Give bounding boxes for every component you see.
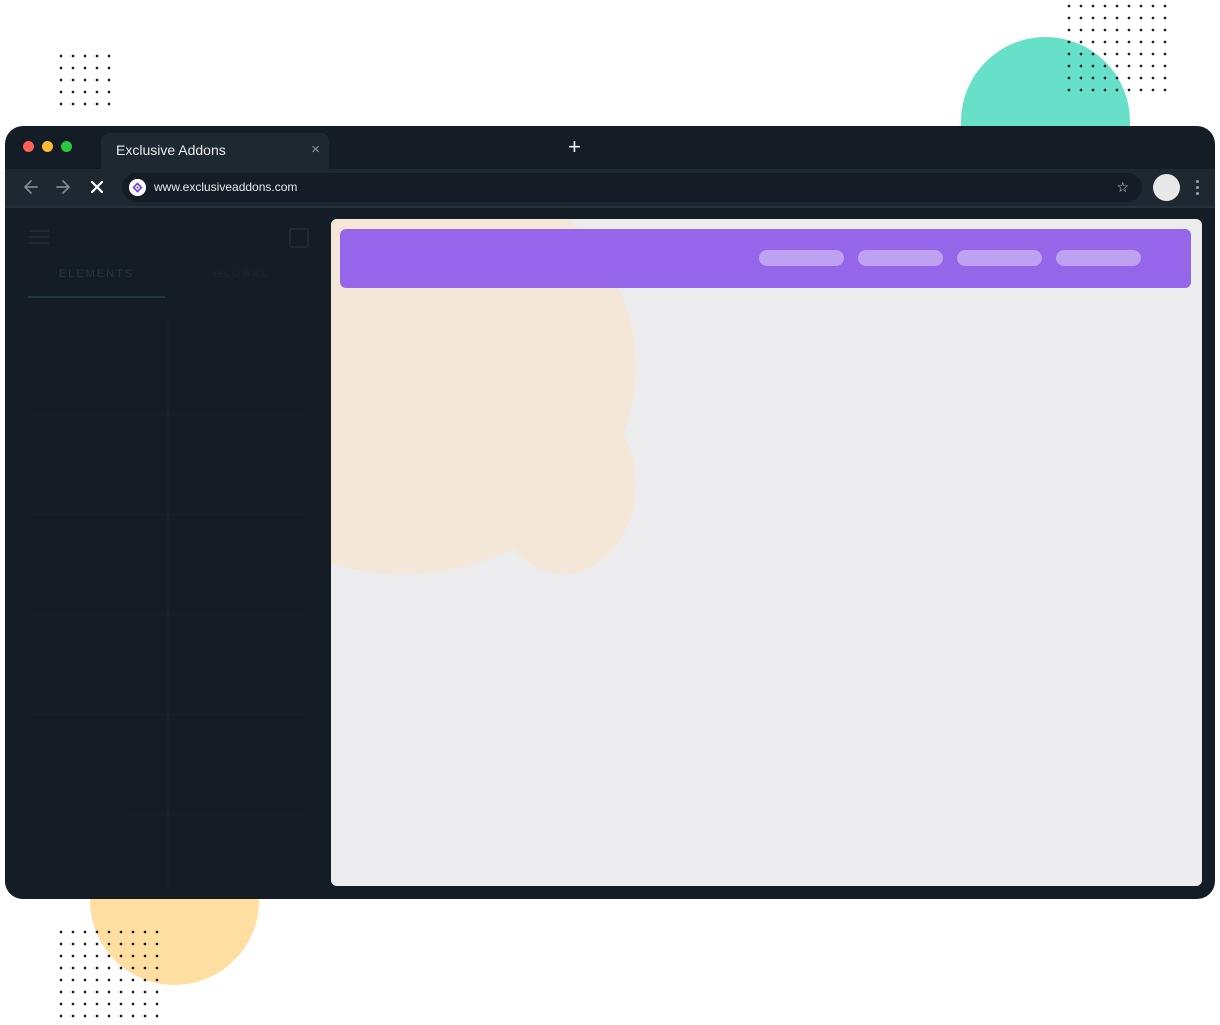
forward-arrow-icon[interactable] bbox=[52, 176, 74, 198]
window-close-button[interactable] bbox=[23, 141, 34, 152]
tab-elements[interactable]: ELEMENTS bbox=[28, 268, 165, 298]
site-header-bar bbox=[340, 229, 1191, 288]
dot-pattern-bottom-left bbox=[55, 926, 159, 1025]
browser-tab[interactable]: Exclusive Addons × bbox=[101, 133, 329, 169]
tab-title: Exclusive Addons bbox=[116, 142, 226, 158]
kebab-menu-icon[interactable] bbox=[1196, 180, 1200, 196]
widget-grid bbox=[28, 316, 308, 886]
nav-menu-item[interactable] bbox=[957, 250, 1042, 266]
browser-window: Exclusive Addons × + www.exclusiveaddons… bbox=[5, 126, 1215, 899]
stage: Exclusive Addons × + www.exclusiveaddons… bbox=[0, 0, 1220, 1025]
bookmark-star-icon[interactable]: ☆ bbox=[1116, 179, 1129, 195]
peach-blob-decoration bbox=[491, 394, 636, 574]
new-tab-button[interactable]: + bbox=[568, 136, 581, 158]
editor-sidebar: ELEMENTS GLOBAL bbox=[5, 208, 330, 899]
dot-pattern-top-left bbox=[55, 50, 115, 110]
dot-pattern-top-right bbox=[1063, 0, 1167, 96]
profile-avatar[interactable] bbox=[1153, 174, 1180, 201]
site-favicon-icon bbox=[129, 179, 146, 196]
tab-global[interactable]: GLOBAL bbox=[173, 268, 310, 296]
tab-close-icon[interactable]: × bbox=[311, 141, 320, 159]
tab-bar: Exclusive Addons × + bbox=[5, 126, 1215, 169]
hamburger-menu-icon[interactable] bbox=[29, 230, 49, 248]
stop-loading-icon[interactable] bbox=[86, 176, 108, 198]
window-minimize-button[interactable] bbox=[42, 141, 53, 152]
address-bar[interactable]: www.exclusiveaddons.com ☆ bbox=[122, 173, 1142, 202]
nav-menu-item[interactable] bbox=[759, 250, 844, 266]
nav-menu-item[interactable] bbox=[1056, 250, 1141, 266]
window-maximize-button[interactable] bbox=[61, 141, 72, 152]
url-text[interactable]: www.exclusiveaddons.com bbox=[154, 180, 297, 194]
nav-menu-item[interactable] bbox=[858, 250, 943, 266]
page-preview-canvas bbox=[331, 219, 1202, 886]
browser-toolbar: www.exclusiveaddons.com ☆ bbox=[5, 169, 1215, 208]
widgets-grid-icon[interactable] bbox=[289, 228, 309, 248]
back-arrow-icon[interactable] bbox=[20, 176, 42, 198]
